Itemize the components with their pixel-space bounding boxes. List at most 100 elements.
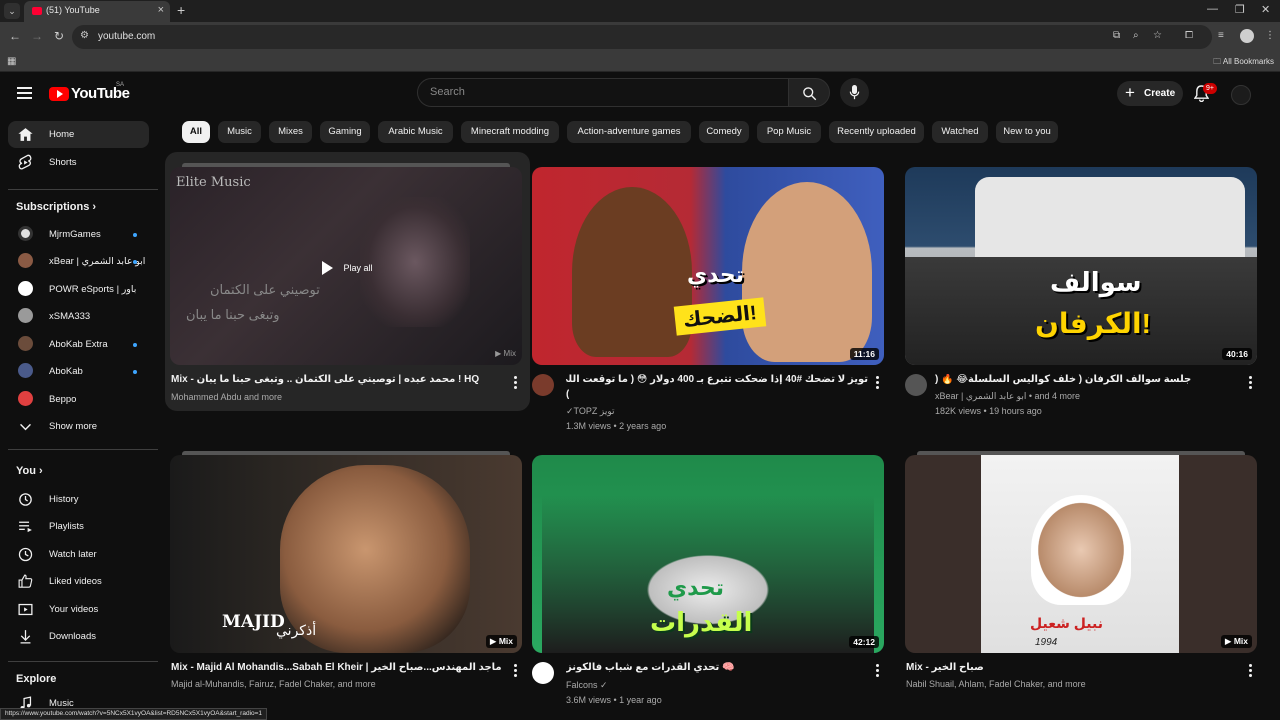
- video-thumbnail[interactable]: MAJID أذكرني ▶ Mix: [170, 455, 522, 653]
- video-stats: 182K views • 19 hours ago: [935, 406, 1042, 416]
- channel-avatar-stack[interactable]: [905, 374, 927, 396]
- guide-menu-icon[interactable]: [17, 87, 32, 99]
- more-actions-icon[interactable]: [514, 376, 518, 390]
- show-more-button[interactable]: Show more: [8, 413, 149, 440]
- video-thumbnail[interactable]: تحدي الضحك! 11:16: [532, 167, 884, 365]
- channel-avatar[interactable]: [532, 374, 554, 396]
- sidebar-item-label: Home: [49, 129, 75, 140]
- sidebar-subscription-abokab-extra[interactable]: AboKab Extra: [8, 331, 149, 358]
- sidebar-item-history[interactable]: History: [8, 486, 149, 513]
- sidebar-subscription-xsma333[interactable]: xSMA333: [8, 303, 149, 330]
- chip-watched[interactable]: Watched: [932, 121, 988, 143]
- channel-avatar[interactable]: [532, 662, 554, 684]
- browser-tab[interactable]: (51) YouTube ×: [24, 1, 170, 22]
- video-channel[interactable]: ✓TOPZ تويز: [566, 406, 615, 417]
- more-actions-icon[interactable]: [514, 664, 518, 678]
- subscriptions-heading[interactable]: Subscriptions ›: [16, 201, 96, 213]
- more-actions-icon[interactable]: [876, 664, 880, 678]
- video-card[interactable]: MAJID أذكرني ▶ Mix Mix - Majid Al Mohand…: [170, 451, 522, 695]
- video-channel[interactable]: Majid al-Muhandis, Fairuz, Fadel Chaker,…: [171, 679, 376, 689]
- zoom-icon[interactable]: ⌕: [1133, 30, 1139, 41]
- chip-gaming[interactable]: Gaming: [320, 121, 370, 143]
- thumbnail-text: سوالف: [1050, 267, 1142, 297]
- video-card[interactable]: تحدي الضحك! 11:16 تويز لا تضحك #40 إذا ض…: [532, 167, 884, 437]
- chip-minecraft-modding[interactable]: Minecraft modding: [461, 121, 559, 143]
- chip-action-adventure-games[interactable]: Action-adventure games: [567, 121, 691, 143]
- you-heading[interactable]: You ›: [16, 465, 43, 477]
- video-channel[interactable]: Mohammed Abdu and more: [171, 392, 282, 402]
- maximize-icon[interactable]: ❐: [1235, 3, 1245, 16]
- browser-menu-icon[interactable]: ⋮: [1265, 30, 1275, 41]
- window-close-icon[interactable]: ✕: [1261, 3, 1270, 16]
- sidebar-item-watch-later[interactable]: Watch later: [8, 541, 149, 568]
- sidebar-subscription-xbear[interactable]: xBear | ابو عابد الشمري: [8, 248, 149, 275]
- extensions-icon[interactable]: ⧠: [1185, 30, 1193, 41]
- video-title[interactable]: Mix - صباح الخير: [906, 662, 1236, 673]
- account-avatar[interactable]: [1231, 85, 1251, 105]
- video-thumbnail[interactable]: نبيل شعيل 1994 ▶ Mix: [905, 455, 1257, 653]
- chip-comedy[interactable]: Comedy: [699, 121, 749, 143]
- thumbnail-figure: [572, 187, 692, 357]
- video-title[interactable]: تويز لا تضحك #40 إذا ضحكت تتبرع بـ 400 د…: [566, 374, 868, 385]
- sidebar-subscription-beppo[interactable]: Beppo: [8, 386, 149, 413]
- video-channel[interactable]: Nabil Shuail, Ahlam, Fadel Chaker, and m…: [906, 679, 1086, 689]
- chip-arabic-music[interactable]: Arabic Music: [378, 121, 453, 143]
- apps-grid-icon[interactable]: ▦: [7, 56, 16, 67]
- chip-mixes[interactable]: Mixes: [269, 121, 312, 143]
- video-card[interactable]: نبيل شعيل 1994 ▶ Mix Mix - صباح الخير Na…: [905, 451, 1257, 695]
- create-button[interactable]: + Create: [1117, 81, 1183, 106]
- forward-icon[interactable]: →: [31, 29, 43, 43]
- video-channel[interactable]: Falcons ✓: [566, 680, 608, 691]
- chip-pop-music[interactable]: Pop Music: [757, 121, 821, 143]
- reload-icon[interactable]: ↻: [54, 29, 64, 43]
- tab-search-menu[interactable]: ⌄: [4, 3, 20, 19]
- voice-search-button[interactable]: [840, 78, 869, 107]
- bookmark-star-icon[interactable]: ☆: [1153, 30, 1162, 41]
- mix-badge: ▶ Mix: [485, 635, 517, 648]
- video-card[interactable]: سوالف الكرفان! 40:16 جلسة سوالف الكرفان …: [905, 167, 1257, 437]
- search-button[interactable]: [788, 78, 830, 107]
- sidebar-divider: [8, 189, 158, 190]
- minimize-icon[interactable]: —: [1207, 3, 1218, 15]
- channel-avatar: [18, 281, 33, 296]
- sidebar-item-liked-videos[interactable]: Liked videos: [8, 568, 149, 595]
- more-actions-icon[interactable]: [1249, 376, 1253, 390]
- sidebar-subscription-abokab[interactable]: AboKab: [8, 358, 149, 385]
- play-all-overlay[interactable]: Play all: [322, 259, 372, 277]
- sidebar-item-home[interactable]: Home: [8, 121, 149, 148]
- sidebar-subscription-mjrmgames[interactable]: MjrmGames: [8, 221, 149, 248]
- sidebar-item-your-videos[interactable]: Your videos: [8, 596, 149, 623]
- chip-new-to-you[interactable]: New to you: [996, 121, 1058, 143]
- video-card[interactable]: Elite Music توصيني على الكتمان وتبغى حبن…: [170, 163, 522, 407]
- video-title[interactable]: Mix - محمد عبده | توصيني على الكتمان .. …: [171, 374, 501, 385]
- back-icon[interactable]: ←: [9, 29, 21, 43]
- sidebar-item-downloads[interactable]: Downloads: [8, 623, 149, 650]
- video-thumbnail[interactable]: تحدي القدرات 42:12: [532, 455, 884, 653]
- sidebar-item-shorts[interactable]: Shorts: [8, 149, 149, 176]
- chip-music[interactable]: Music: [218, 121, 261, 143]
- search-input[interactable]: [430, 86, 770, 98]
- video-card[interactable]: تحدي القدرات 42:12 تحدي القدرات مع شباب …: [532, 455, 884, 710]
- video-thumbnail[interactable]: Elite Music توصيني على الكتمان وتبغى حبن…: [170, 167, 522, 365]
- all-bookmarks-button[interactable]: 🗀 All Bookmarks: [1213, 56, 1274, 70]
- chip-all[interactable]: All: [182, 121, 210, 143]
- url-field[interactable]: ⚙ youtube.com: [72, 25, 1212, 49]
- more-actions-icon[interactable]: [876, 376, 880, 390]
- more-actions-icon[interactable]: [1249, 664, 1253, 678]
- show-more-label: Show more: [49, 421, 98, 432]
- new-tab-button[interactable]: +: [177, 2, 185, 18]
- cast-icon[interactable]: ⧉: [1113, 30, 1120, 41]
- sidebar-item-playlists[interactable]: Playlists: [8, 513, 149, 540]
- video-title[interactable]: جلسة سوالف الكرفان ( خلف كواليس السلسلة😂…: [935, 374, 1241, 385]
- tab-close-icon[interactable]: ×: [158, 4, 164, 16]
- sidebar-subscription-powr[interactable]: POWR eSports | باور: [8, 276, 149, 303]
- site-info-icon[interactable]: ⚙: [80, 30, 89, 41]
- video-title[interactable]: تحدي القدرات مع شباب فالكونز 🧠: [566, 662, 868, 673]
- chip-recently-uploaded[interactable]: Recently uploaded: [829, 121, 924, 143]
- video-thumbnail[interactable]: سوالف الكرفان! 40:16: [905, 167, 1257, 365]
- browser-profile-avatar[interactable]: [1240, 29, 1254, 43]
- media-control-icon[interactable]: ≡: [1218, 30, 1224, 41]
- video-channel[interactable]: xBear | ابو عابد الشمري • and 4 more: [935, 391, 1080, 402]
- video-title[interactable]: Mix - Majid Al Mohandis...Sabah El Kheir…: [171, 662, 501, 673]
- new-content-dot: [133, 260, 137, 264]
